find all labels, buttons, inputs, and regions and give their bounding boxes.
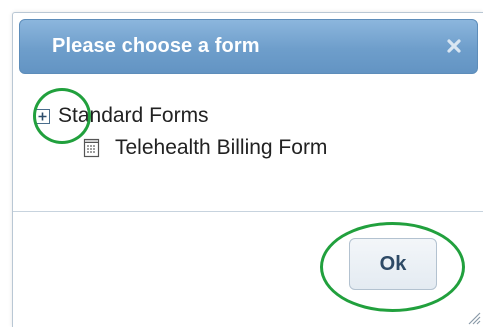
dialog-title: Please choose a form [52,35,260,57]
tree-node-label: Standard Forms [58,104,209,127]
choose-form-dialog: Please choose a form Standard Forms Tele… [12,12,483,327]
close-icon[interactable] [445,37,463,55]
dialog-titlebar[interactable]: Please choose a form [19,19,478,74]
resize-grip-icon[interactable] [465,309,481,325]
tree-node-telehealth-billing-form[interactable]: Telehealth Billing Form [35,133,455,163]
tree-node-label: Telehealth Billing Form [115,136,328,159]
footer-divider [13,211,483,212]
ok-button[interactable]: Ok [349,238,437,290]
form-document-icon [83,138,101,158]
form-tree: Standard Forms Telehealth Billing Form [35,101,455,161]
plus-square-icon[interactable] [35,108,50,124]
tree-node-standard-forms[interactable]: Standard Forms [35,101,455,131]
screen: Please choose a form Standard Forms Tele… [0,0,483,327]
